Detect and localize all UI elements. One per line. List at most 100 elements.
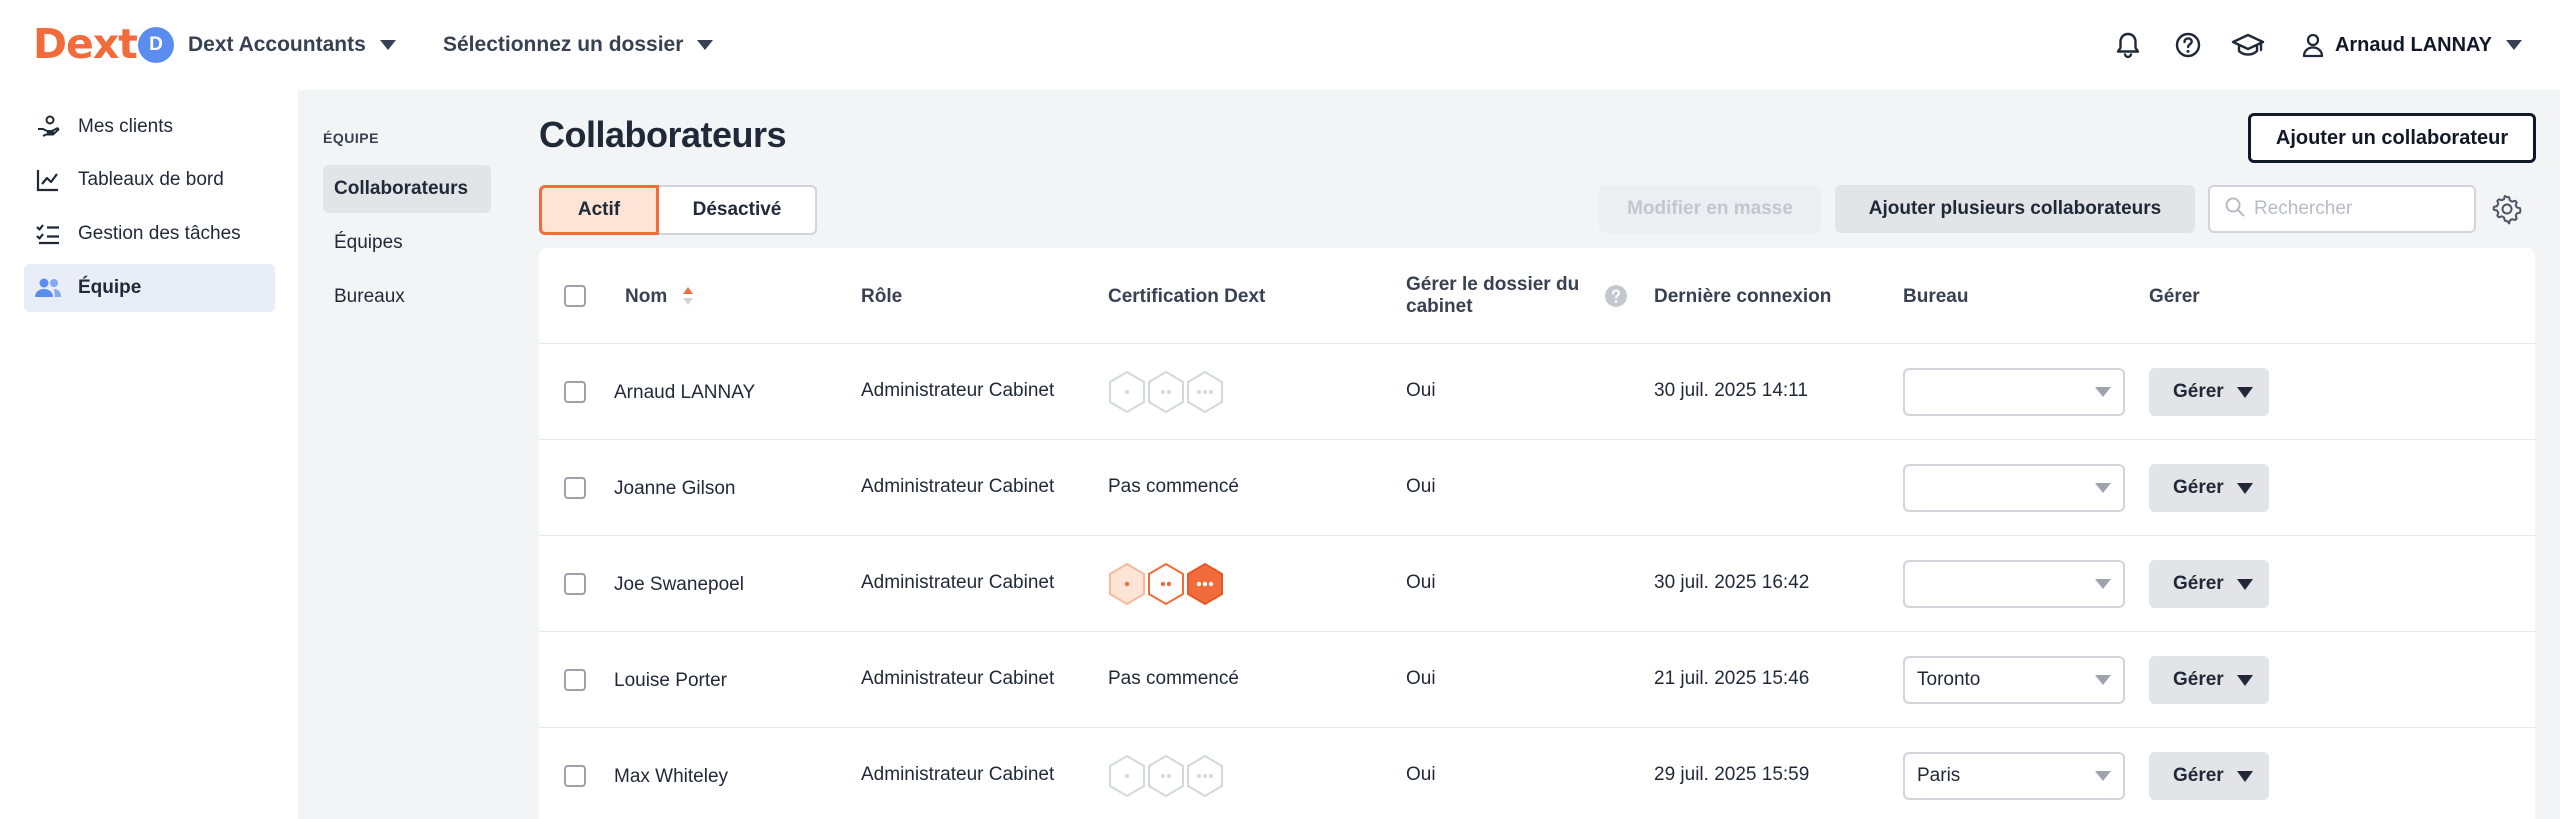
sidebar-item-label: Équipe bbox=[78, 277, 142, 298]
sidebar-item-tasks[interactable]: Gestion des tâches bbox=[24, 210, 275, 258]
cell-last-login: 30 juil. 2025 16:42 bbox=[1654, 572, 1810, 593]
user-name: Arnaud LANNAY bbox=[2334, 33, 2492, 56]
chevron-down-icon bbox=[2095, 675, 2111, 685]
manage-button[interactable]: Gérer bbox=[2149, 656, 2269, 704]
office-select[interactable] bbox=[1903, 368, 2125, 416]
search-icon bbox=[2224, 196, 2246, 223]
office-select[interactable]: Paris bbox=[1903, 752, 2125, 800]
table-row: Joanne Gilson Administrateur Cabinet Pas… bbox=[539, 440, 2535, 536]
cell-certification: Pas commencé bbox=[1108, 668, 1239, 689]
chevron-down-icon bbox=[2095, 387, 2111, 397]
sidebar-item-dashboards[interactable]: Tableaux de bord bbox=[24, 156, 275, 204]
help-icon[interactable] bbox=[2165, 22, 2211, 68]
folder-selector[interactable]: Sélectionnez un dossier bbox=[443, 27, 714, 63]
top-actions: Arnaud LANNAY bbox=[2091, 22, 2560, 68]
add-multiple-collaborators-button[interactable]: Ajouter plusieurs collaborateurs bbox=[1835, 185, 2195, 233]
tab-deactivated[interactable]: Désactivé bbox=[659, 185, 817, 235]
chevron-down-icon bbox=[2095, 771, 2111, 781]
row-checkbox[interactable] bbox=[564, 381, 586, 403]
chevron-down-icon bbox=[2237, 579, 2253, 590]
chevron-down-icon bbox=[2237, 483, 2253, 494]
row-checkbox[interactable] bbox=[564, 669, 586, 691]
search-input[interactable] bbox=[2254, 198, 2454, 220]
subnav-item-teams[interactable]: Équipes bbox=[323, 219, 491, 267]
cell-manage-folder: Oui bbox=[1406, 572, 1436, 593]
chevron-down-icon bbox=[379, 40, 396, 50]
org-avatar: D bbox=[138, 27, 174, 63]
org-name: Dext Accountants bbox=[188, 33, 366, 56]
sort-asc-icon bbox=[683, 287, 693, 305]
subnav-item-offices[interactable]: Bureaux bbox=[323, 273, 491, 321]
manage-button[interactable]: Gérer bbox=[2149, 560, 2269, 608]
certification-badges-icon bbox=[1109, 370, 1223, 414]
select-all-checkbox[interactable] bbox=[564, 285, 586, 307]
cell-name: Louise Porter bbox=[614, 670, 728, 691]
main-sidebar: Mes clients Tableaux de bord Gestion des… bbox=[0, 90, 298, 819]
cell-role: Administrateur Cabinet bbox=[861, 380, 1055, 401]
chevron-down-icon bbox=[2237, 771, 2253, 782]
office-select[interactable] bbox=[1903, 464, 2125, 512]
certification-badges-icon bbox=[1109, 562, 1223, 606]
chevron-down-icon bbox=[697, 40, 714, 50]
cell-last-login: 29 juil. 2025 15:59 bbox=[1654, 764, 1810, 785]
mass-edit-button[interactable]: Modifier en masse bbox=[1599, 185, 1821, 233]
header-name-label: Nom bbox=[625, 286, 668, 307]
sidebar-item-label: Tableaux de bord bbox=[78, 169, 224, 190]
header-role: Rôle bbox=[861, 286, 903, 307]
manage-button-label: Gérer bbox=[2173, 477, 2224, 498]
org-switcher[interactable]: D Dext Accountants bbox=[138, 27, 396, 63]
graduation-cap-icon[interactable] bbox=[2225, 22, 2271, 68]
cell-manage-folder: Oui bbox=[1406, 668, 1436, 689]
subnav-item-collaborators[interactable]: Collaborateurs bbox=[323, 165, 491, 213]
chevron-down-icon bbox=[2237, 675, 2253, 686]
table-row: Louise Porter Administrateur Cabinet Pas… bbox=[539, 632, 2535, 728]
cell-role: Administrateur Cabinet bbox=[861, 668, 1055, 689]
manage-button[interactable]: Gérer bbox=[2149, 752, 2269, 800]
cell-role: Administrateur Cabinet bbox=[861, 764, 1055, 785]
tab-active[interactable]: Actif bbox=[539, 185, 659, 235]
user-icon bbox=[2302, 33, 2324, 58]
manage-button[interactable]: Gérer bbox=[2149, 464, 2269, 512]
main-content: Collaborateurs Ajouter un collaborateur … bbox=[516, 90, 2560, 819]
subnav-heading: ÉQUIPE bbox=[323, 130, 379, 146]
cell-name: Max Whiteley bbox=[614, 766, 729, 787]
cell-role: Administrateur Cabinet bbox=[861, 572, 1055, 593]
status-toggle: Actif Désactivé bbox=[539, 185, 817, 235]
header-certification: Certification Dext bbox=[1108, 286, 1266, 307]
cell-last-login: 30 juil. 2025 14:11 bbox=[1654, 380, 1808, 401]
user-menu[interactable]: Arnaud LANNAY bbox=[2301, 32, 2522, 58]
cell-name: Joanne Gilson bbox=[614, 478, 736, 499]
top-bar: Dext D Dext Accountants Sélectionnez un … bbox=[0, 0, 2560, 90]
cell-name: Arnaud LANNAY bbox=[614, 382, 756, 403]
gear-icon[interactable] bbox=[2491, 193, 2523, 225]
header-name[interactable]: Nom bbox=[625, 286, 693, 308]
row-checkbox[interactable] bbox=[564, 573, 586, 595]
help-icon[interactable] bbox=[1604, 284, 1628, 313]
checklist-icon bbox=[34, 220, 62, 248]
office-select[interactable] bbox=[1903, 560, 2125, 608]
office-select[interactable]: Toronto bbox=[1903, 656, 2125, 704]
row-checkbox[interactable] bbox=[564, 477, 586, 499]
folder-selector-label: Sélectionnez un dossier bbox=[443, 33, 684, 56]
sidebar-item-clients[interactable]: Mes clients bbox=[24, 103, 275, 151]
office-select-value: Toronto bbox=[1917, 669, 1981, 690]
cell-role: Administrateur Cabinet bbox=[861, 476, 1055, 497]
sidebar-item-team[interactable]: Équipe bbox=[24, 264, 275, 312]
manage-button[interactable]: Gérer bbox=[2149, 368, 2269, 416]
manage-button-label: Gérer bbox=[2173, 765, 2224, 786]
page-title: Collaborateurs bbox=[539, 114, 787, 155]
manage-button-label: Gérer bbox=[2173, 573, 2224, 594]
cell-name: Joe Swanepoel bbox=[614, 574, 744, 595]
chevron-down-icon bbox=[2095, 483, 2111, 493]
dext-logo[interactable]: Dext bbox=[33, 20, 138, 68]
header-manage: Gérer bbox=[2149, 286, 2200, 307]
chevron-down-icon bbox=[2237, 387, 2253, 398]
bell-icon[interactable] bbox=[2105, 22, 2151, 68]
hand-coins-icon bbox=[34, 113, 62, 141]
cell-last-login: 21 juil. 2025 15:46 bbox=[1654, 668, 1810, 689]
row-checkbox[interactable] bbox=[564, 765, 586, 787]
cell-certification: Pas commencé bbox=[1108, 476, 1239, 497]
add-collaborator-button[interactable]: Ajouter un collaborateur bbox=[2248, 113, 2536, 163]
search-box bbox=[2208, 185, 2476, 233]
table-header: Nom Rôle Certification Dext Gérer le dos… bbox=[539, 248, 2535, 344]
